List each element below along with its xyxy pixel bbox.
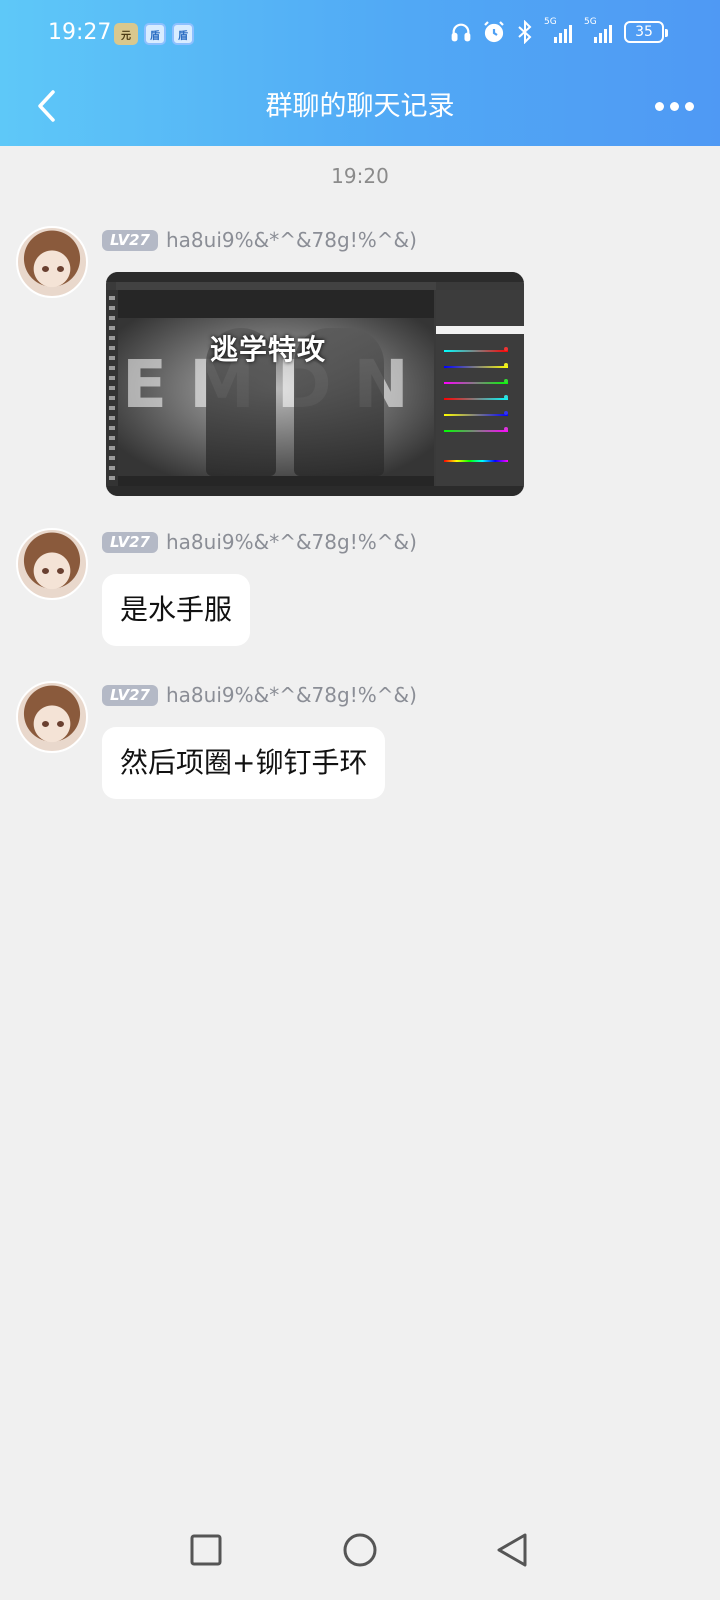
image-overlay-text: 逃学特攻	[210, 333, 327, 366]
image-content	[106, 290, 118, 490]
recents-button[interactable]	[182, 1526, 230, 1574]
circle-icon	[343, 1533, 377, 1567]
avatar[interactable]	[16, 528, 88, 600]
more-dot	[669, 101, 679, 111]
system-back-button[interactable]	[488, 1526, 536, 1574]
image-content	[436, 290, 524, 486]
network-label: 5G	[544, 17, 557, 27]
triangle-back-icon	[497, 1533, 527, 1567]
level-badge: LV27	[102, 684, 158, 706]
signal-icon: 5G	[584, 17, 614, 43]
page-title: 群聊的聊天记录	[265, 91, 455, 122]
network-label: 5G	[584, 17, 597, 27]
shield-app-icon: 盾	[172, 23, 194, 45]
message-bubble[interactable]: 然后项圈+铆钉手环	[102, 727, 386, 799]
username: ha8ui9%&*^&78g!%^&)	[165, 683, 417, 707]
bluetooth-icon	[518, 20, 532, 44]
nav-bar: 群聊的聊天记录	[0, 70, 720, 146]
message-meta: LV27 ha8ui9%&*^&78g!%^&)	[102, 530, 417, 554]
status-time: 19:27	[48, 20, 112, 45]
system-navigation-bar	[0, 1500, 720, 1600]
headphones-icon	[451, 23, 471, 42]
message-bubble[interactable]: 是水手服	[102, 574, 251, 646]
chat-timestamp: 19:20	[331, 164, 389, 188]
level-badge: LV27	[102, 229, 158, 251]
app-notification-icon: 元	[114, 23, 138, 45]
header: 19:27 元 盾 盾 5G 5G 35 群聊的聊天记录	[0, 0, 720, 146]
username: ha8ui9%&*^&78g!%^&)	[165, 228, 417, 252]
alarm-icon	[484, 21, 504, 43]
message-item: LV27 ha8ui9%&*^&78g!%^&) 是水手服	[0, 528, 720, 648]
username: ha8ui9%&*^&78g!%^&)	[165, 530, 417, 554]
image-content	[116, 282, 436, 290]
battery-level: 35	[635, 24, 653, 40]
more-dot	[684, 101, 694, 111]
home-button[interactable]	[336, 1526, 384, 1574]
image-content	[106, 486, 524, 496]
status-bar: 19:27 元 盾 盾 5G 5G 35	[0, 0, 720, 70]
level-badge: LV27	[102, 531, 158, 553]
avatar[interactable]	[16, 226, 88, 298]
status-app-icons: 元 盾 盾	[114, 23, 194, 45]
battery-icon: 35	[624, 21, 668, 43]
signal-icon: 5G	[544, 17, 574, 43]
message-item: LV27 ha8ui9%&*^&78g!%^&) EMDN 逃学特攻	[0, 226, 720, 498]
avatar[interactable]	[16, 681, 88, 753]
image-message[interactable]: EMDN 逃学特攻	[106, 272, 524, 496]
image-content	[106, 272, 524, 282]
more-horizontal-icon	[654, 101, 664, 111]
status-indicators: 5G 5G 35	[450, 17, 668, 44]
more-options-button[interactable]	[648, 82, 700, 130]
message-item: LV27 ha8ui9%&*^&78g!%^&) 然后项圈+铆钉手环	[0, 681, 720, 801]
message-meta: LV27 ha8ui9%&*^&78g!%^&)	[102, 683, 417, 707]
square-icon	[190, 1534, 222, 1566]
shield-app-icon: 盾	[144, 23, 166, 45]
message-meta: LV27 ha8ui9%&*^&78g!%^&)	[102, 228, 417, 252]
